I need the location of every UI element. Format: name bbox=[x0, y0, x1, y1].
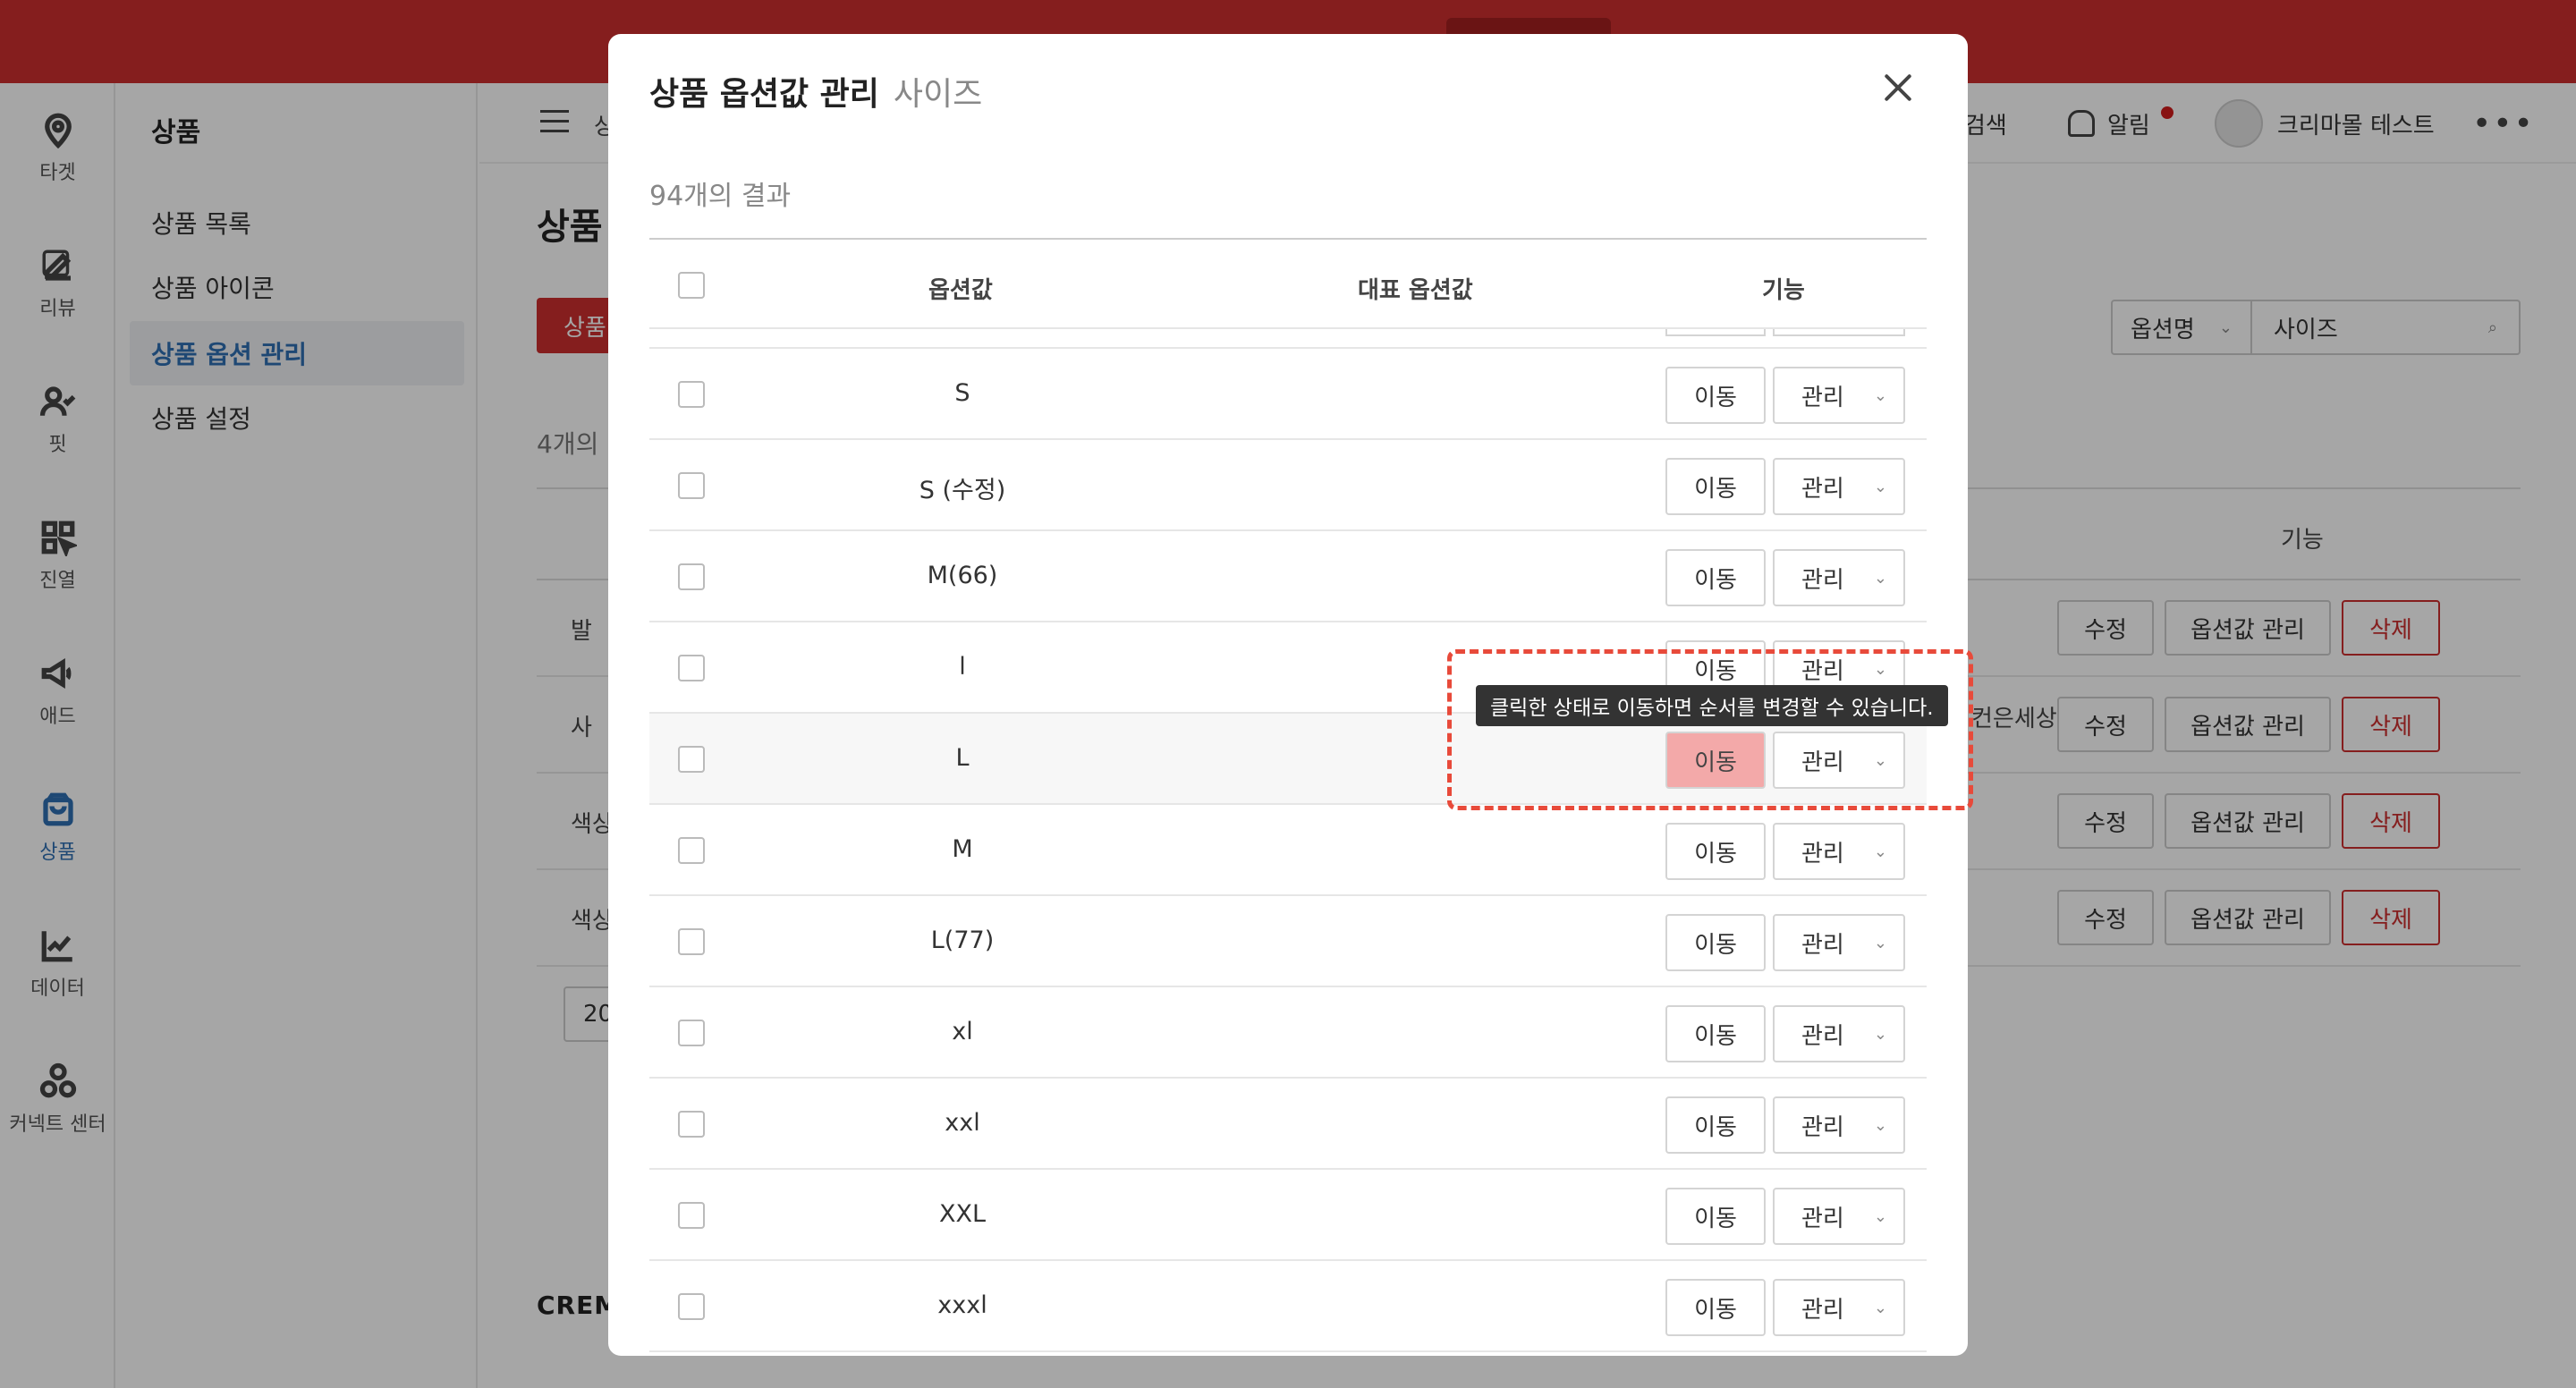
table-row: S 이동 관리 ⌄ bbox=[649, 349, 1927, 440]
row-checkbox[interactable] bbox=[678, 1020, 705, 1046]
column-header-function: 기능 bbox=[1762, 277, 1805, 304]
move-button[interactable]: 이동 bbox=[1665, 549, 1766, 606]
option-value: xl bbox=[952, 1018, 973, 1045]
chevron-down-icon: ⌄ bbox=[1873, 1025, 1887, 1044]
manage-label: 관리 bbox=[1801, 931, 1844, 959]
chevron-down-icon: ⌄ bbox=[1873, 1116, 1887, 1135]
manage-label: 관리 bbox=[1801, 1205, 1844, 1232]
row-checkbox[interactable] bbox=[678, 1202, 705, 1229]
manage-label: 관리 bbox=[1801, 657, 1844, 685]
option-value: XXL bbox=[938, 1200, 987, 1228]
manage-label: 관리 bbox=[1801, 749, 1844, 776]
manage-dropdown[interactable]: 관리 ⌄ bbox=[1773, 823, 1905, 880]
option-value: l bbox=[959, 653, 966, 681]
manage-dropdown[interactable]: 관리 ⌄ bbox=[1773, 914, 1905, 971]
modal-subtitle: 사이즈 bbox=[893, 76, 983, 113]
table-row-partial bbox=[649, 311, 1927, 349]
move-button[interactable]: 이동 bbox=[1665, 367, 1766, 424]
manage-dropdown[interactable]: 관리 ⌄ bbox=[1773, 367, 1905, 424]
manage-dropdown[interactable]: 관리 ⌄ bbox=[1773, 1279, 1905, 1336]
manage-label: 관리 bbox=[1801, 1022, 1844, 1050]
option-value: L bbox=[955, 744, 970, 772]
row-checkbox[interactable] bbox=[678, 381, 705, 408]
modal-title-text: 상품 옵션값 관리 bbox=[649, 76, 879, 113]
manage-label: 관리 bbox=[1801, 840, 1844, 868]
row-checkbox[interactable] bbox=[678, 655, 705, 681]
column-header-value: 옵션값 bbox=[928, 277, 993, 304]
manage-label: 관리 bbox=[1801, 1113, 1844, 1141]
close-icon[interactable] bbox=[1880, 70, 1916, 106]
row-checkbox[interactable] bbox=[678, 563, 705, 590]
row-checkbox[interactable] bbox=[678, 837, 705, 864]
table-row: S (수정) 이동 관리 ⌄ bbox=[649, 440, 1927, 531]
chevron-down-icon: ⌄ bbox=[1873, 842, 1887, 861]
manage-label: 관리 bbox=[1801, 1296, 1844, 1324]
move-button[interactable]: 이동 bbox=[1665, 823, 1766, 880]
modal-title: 상품 옵션값 관리 사이즈 bbox=[649, 68, 982, 114]
table-row: xxl 이동 관리 ⌄ bbox=[649, 1079, 1927, 1170]
result-count: 94개의 결과 bbox=[649, 181, 792, 212]
option-value: S bbox=[954, 379, 970, 407]
row-checkbox[interactable] bbox=[678, 472, 705, 499]
row-checkbox[interactable] bbox=[678, 1293, 705, 1320]
table-row: M(66) 이동 관리 ⌄ bbox=[649, 531, 1927, 622]
table-row: xxxl 이동 관리 ⌄ bbox=[649, 1261, 1927, 1352]
move-button[interactable]: 이동 bbox=[1665, 1188, 1766, 1245]
chevron-down-icon: ⌄ bbox=[1873, 751, 1887, 770]
manage-dropdown[interactable]: 관리 ⌄ bbox=[1773, 1188, 1905, 1245]
option-value: S (수정) bbox=[919, 477, 1006, 504]
chevron-down-icon: ⌄ bbox=[1873, 1207, 1887, 1226]
chevron-down-icon: ⌄ bbox=[1873, 1299, 1887, 1317]
row-checkbox[interactable] bbox=[678, 1111, 705, 1138]
manage-dropdown[interactable]: 관리 ⌄ bbox=[1773, 732, 1905, 789]
manage-dropdown[interactable]: 관리 ⌄ bbox=[1773, 1096, 1905, 1154]
row-checkbox[interactable] bbox=[678, 746, 705, 773]
table-row: XXL 이동 관리 ⌄ bbox=[649, 1170, 1927, 1261]
option-value: M bbox=[952, 835, 973, 863]
move-button[interactable]: 이동 bbox=[1665, 914, 1766, 971]
option-value-table-header: 옵션값 대표 옵션값 기능 bbox=[649, 238, 1927, 329]
chevron-down-icon: ⌄ bbox=[1873, 660, 1887, 679]
chevron-down-icon: ⌄ bbox=[1873, 386, 1887, 405]
move-button[interactable]: 이동 bbox=[1665, 1279, 1766, 1336]
drag-tooltip: 클릭한 상태로 이동하면 순서를 변경할 수 있습니다. bbox=[1476, 685, 1948, 726]
chevron-down-icon: ⌄ bbox=[1873, 569, 1887, 588]
select-all-checkbox[interactable] bbox=[678, 272, 705, 299]
manage-dropdown[interactable]: 관리 ⌄ bbox=[1773, 1005, 1905, 1062]
table-row: xl 이동 관리 ⌄ bbox=[649, 987, 1927, 1079]
table-row: M 이동 관리 ⌄ bbox=[649, 805, 1927, 896]
manage-dropdown[interactable]: 관리 ⌄ bbox=[1773, 458, 1905, 515]
option-value-table: 옵션값 대표 옵션값 기능 S 이동 관리 ⌄ S (수정) 이동 관리 ⌄ M(6… bbox=[649, 238, 1927, 1356]
option-value: xxxl bbox=[937, 1291, 987, 1319]
move-button[interactable]: 이동 bbox=[1665, 1096, 1766, 1154]
chevron-down-icon: ⌄ bbox=[1873, 934, 1887, 952]
move-button[interactable]: 이동 bbox=[1665, 1005, 1766, 1062]
column-header-representative: 대표 옵션값 bbox=[1358, 277, 1473, 304]
option-value: L(77) bbox=[930, 927, 995, 954]
manage-dropdown[interactable]: 관리 ⌄ bbox=[1773, 549, 1905, 606]
option-value: xxl bbox=[945, 1109, 980, 1137]
manage-label: 관리 bbox=[1801, 475, 1844, 503]
table-row-dragging: L 이동 관리 ⌄ bbox=[649, 714, 1927, 805]
move-button-pressed[interactable]: 이동 bbox=[1665, 732, 1766, 789]
row-checkbox[interactable] bbox=[678, 928, 705, 955]
manage-label: 관리 bbox=[1801, 566, 1844, 594]
table-row: L(77) 이동 관리 ⌄ bbox=[649, 896, 1927, 987]
chevron-down-icon: ⌄ bbox=[1873, 478, 1887, 496]
option-value: M(66) bbox=[927, 562, 998, 589]
move-button[interactable]: 이동 bbox=[1665, 458, 1766, 515]
manage-label: 관리 bbox=[1801, 384, 1844, 411]
